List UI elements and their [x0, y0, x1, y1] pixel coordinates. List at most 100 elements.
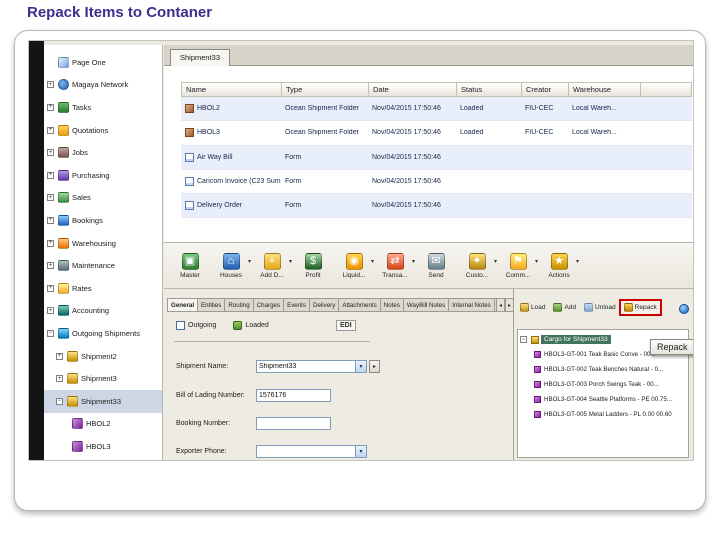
edi-button[interactable]: EDI	[336, 320, 356, 331]
sidebar-item-outgoing-shipments[interactable]: Outgoing Shipments	[44, 322, 162, 345]
tab-notes[interactable]: Notes	[380, 298, 404, 312]
tab-charges[interactable]: Charges	[253, 298, 285, 312]
expand-icon[interactable]	[47, 216, 54, 224]
expand-icon[interactable]	[47, 103, 54, 111]
toolbar-button-send[interactable]: Send	[416, 244, 456, 288]
chevron-down-icon[interactable]	[248, 258, 251, 265]
table-row[interactable]: HBOL3 Ocean Shipment Folder Nov/04/2015 …	[181, 121, 692, 146]
sidebar-item-label: HBOL2	[86, 419, 111, 429]
tab-waybill-notes[interactable]: WayBill Notes	[403, 298, 450, 312]
load-button[interactable]: Load	[517, 301, 548, 314]
sidebar-item-rates[interactable]: Rates	[44, 277, 162, 300]
outgoing-checkbox[interactable]	[176, 321, 185, 330]
expand-icon[interactable]	[47, 307, 54, 315]
sidebar-item-tasks[interactable]: Tasks	[44, 96, 162, 119]
table-row[interactable]: Air Way Bill Form Nov/04/2015 17:50:46	[181, 145, 692, 170]
sidebar-item-shipment33[interactable]: Shipment33	[44, 389, 162, 413]
toolbar-button-liquidation[interactable]: Liquid...	[334, 244, 374, 288]
tab-entities[interactable]: Entities	[198, 298, 226, 312]
bol-input[interactable]	[256, 389, 331, 402]
tab-routing[interactable]: Routing	[225, 298, 254, 312]
dropdown-arrow-icon[interactable]	[356, 360, 367, 373]
table-row[interactable]: HBOL2 Ocean Shipment Folder Nov/04/2015 …	[181, 97, 692, 122]
toolbar-button-add-document[interactable]: Add D...	[252, 244, 292, 288]
chevron-down-icon[interactable]	[371, 258, 374, 265]
expand-icon[interactable]	[47, 126, 54, 134]
toolbar-button-master[interactable]: Master	[170, 244, 210, 288]
sidebar-item-purchasing[interactable]: Purchasing	[44, 164, 162, 187]
toolbar-button-communications[interactable]: Comm...	[498, 244, 538, 288]
cell-type: Form	[285, 202, 302, 210]
expand-icon[interactable]	[47, 239, 54, 247]
column-header-date[interactable]: Date	[369, 83, 457, 96]
sidebar-item-hbol2[interactable]: HBOL2	[44, 413, 162, 436]
tab-internal-notes[interactable]: Internal Notes	[449, 298, 495, 312]
table-row[interactable]: Caricom Invoice (C23 Summ... Form Nov/04…	[181, 170, 692, 195]
unload-button[interactable]: Unload	[581, 301, 619, 314]
chevron-down-icon[interactable]	[535, 258, 538, 265]
sidebar-item-sales[interactable]: Sales	[44, 187, 162, 210]
add-button[interactable]: Add	[550, 301, 579, 314]
expand-icon[interactable]	[47, 194, 54, 202]
chevron-down-icon[interactable]	[412, 258, 415, 265]
tab-scroll-right-icon[interactable]	[505, 298, 514, 312]
sidebar-item-hbol3[interactable]: HBOL3	[44, 435, 162, 458]
shipment-icon	[67, 395, 78, 407]
expand-icon[interactable]	[47, 81, 54, 89]
tab-events[interactable]: Events	[284, 298, 310, 312]
expand-icon[interactable]	[47, 149, 54, 157]
repack-button[interactable]: Repack	[618, 299, 662, 316]
cargo-item[interactable]: HBOL3-GT-005 Metal Ladders - PL 0.00 00.…	[518, 407, 688, 422]
sidebar-item-quotations[interactable]: Quotations	[44, 119, 162, 142]
collapse-icon[interactable]	[56, 397, 63, 405]
tab-delivery[interactable]: Delivery	[309, 298, 340, 312]
dropdown-arrow-icon[interactable]	[356, 445, 367, 458]
transactions-icon	[386, 252, 404, 270]
toolbar-button-actions[interactable]: Actions	[539, 244, 579, 288]
sidebar-item-magaya-network[interactable]: Magaya Network	[44, 74, 162, 97]
tab-general[interactable]: General	[167, 298, 199, 312]
booking-input[interactable]	[256, 417, 331, 430]
toolbar-button-profit[interactable]: Profit	[293, 244, 333, 288]
chevron-down-icon[interactable]	[494, 258, 497, 265]
tasks-icon	[58, 101, 69, 113]
expand-icon[interactable]	[47, 262, 54, 270]
collapse-icon[interactable]	[520, 336, 527, 343]
toolbar-button-houses[interactable]: Houses	[211, 244, 251, 288]
expand-icon[interactable]	[47, 171, 54, 179]
tab-attachments[interactable]: Attachments	[339, 298, 381, 312]
sidebar-item-bookings[interactable]: Bookings	[44, 209, 162, 232]
sidebar-item-maintenance[interactable]: Maintenance	[44, 254, 162, 277]
document-tab-strip: Shipment33	[164, 45, 693, 66]
shipment-name-input[interactable]	[256, 360, 356, 373]
browse-button[interactable]	[369, 360, 380, 373]
cargo-item[interactable]: HBOL3-GT-003 Porch Swings Teak - 00...	[518, 377, 688, 392]
expand-icon[interactable]	[56, 352, 63, 360]
sidebar-item-accounting[interactable]: Accounting	[44, 300, 162, 323]
chevron-down-icon[interactable]	[289, 258, 292, 265]
collapse-icon[interactable]	[47, 329, 54, 337]
toolbar-button-transactions[interactable]: Transa...	[375, 244, 415, 288]
sidebar-item-shipment3[interactable]: Shipment3	[44, 367, 162, 390]
cargo-item[interactable]: HBOL3-GT-004 Seattle Platforms - PE 00.7…	[518, 392, 688, 407]
table-row[interactable]: Delivery Order Form Nov/04/2015 17:50:46	[181, 194, 692, 219]
chevron-down-icon[interactable]	[576, 258, 579, 265]
sidebar-item-shipment2[interactable]: Shipment2	[44, 345, 162, 368]
sidebar-item-warehousing[interactable]: Warehousing	[44, 232, 162, 255]
toolbar-button-customs[interactable]: Custo...	[457, 244, 497, 288]
expand-icon[interactable]	[47, 284, 54, 292]
cargo-item[interactable]: HBOL3-GT-002 Teak Benches Natural - 0...	[518, 362, 688, 377]
column-header-name[interactable]: Name	[182, 83, 282, 96]
sidebar-item-jobs[interactable]: Jobs	[44, 141, 162, 164]
column-header-warehouse[interactable]: Warehouse	[569, 83, 641, 96]
column-header-type[interactable]: Type	[282, 83, 369, 96]
expand-icon[interactable]	[56, 375, 63, 383]
exporter-phone-input[interactable]	[256, 445, 356, 458]
column-header-status[interactable]: Status	[457, 83, 522, 96]
sidebar-item-page-one[interactable]: Page One	[44, 51, 162, 74]
column-header-creator[interactable]: Creator	[522, 83, 569, 96]
sidebar-item-label: Rates	[72, 283, 92, 293]
shipment-tab[interactable]: Shipment33	[170, 49, 231, 66]
tab-scroll-left-icon[interactable]	[496, 298, 505, 312]
globe-icon[interactable]	[679, 304, 689, 314]
